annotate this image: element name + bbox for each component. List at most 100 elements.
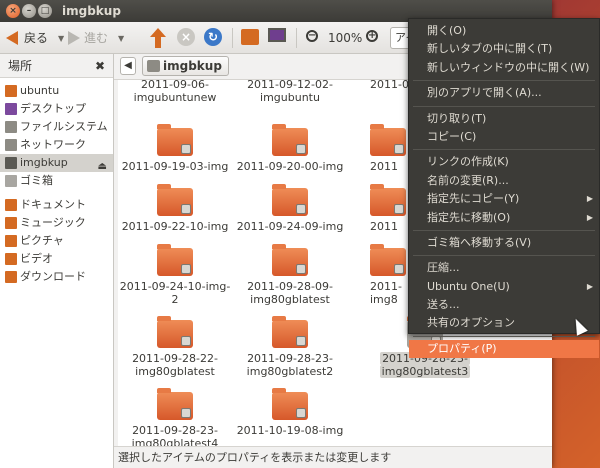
maximize-window-button[interactable]: □: [38, 4, 52, 18]
file-item[interactable]: 2011-09-22-10-img: [118, 184, 232, 233]
sidebar-item-label: ファイルシステム: [20, 120, 108, 133]
sidebar-item-network[interactable]: ネットワーク: [0, 136, 113, 154]
lock-icon: [296, 264, 306, 274]
sidebar-item-downloads[interactable]: ダウンロード: [0, 268, 113, 286]
locked-folder-icon: [370, 244, 406, 276]
locked-folder-icon: [370, 124, 406, 156]
menu-item-cut[interactable]: 切り取り(T): [409, 110, 599, 128]
menu-item-compress[interactable]: 圧縮...: [409, 259, 599, 277]
sidebar-item-label: ドキュメント: [20, 198, 86, 211]
window-title: imgbkup: [62, 4, 121, 18]
sidebar-item-pictures[interactable]: ピクチャ: [0, 232, 113, 250]
lock-icon: [296, 336, 306, 346]
menu-item-send-to[interactable]: 送る...: [409, 296, 599, 314]
sidebar-item-label: imgbkup: [20, 156, 68, 169]
locked-folder-icon: [157, 388, 193, 420]
places-sidebar: 場所 ✖ ubuntu デスクトップ ファイルシステム ネットワーク imgbk…: [0, 54, 114, 468]
lock-icon: [181, 144, 191, 154]
menu-item-open-in-new-window[interactable]: 新しいウィンドウの中に開く(W): [409, 59, 599, 77]
file-item[interactable]: 2011-09-20-00-img: [233, 124, 347, 173]
home-folder-icon[interactable]: [241, 29, 259, 45]
zoom-in-icon[interactable]: +: [366, 30, 378, 42]
context-menu: 開く(O) 新しいタブの中に開く(T) 新しいウィンドウの中に開く(W) 別のア…: [408, 18, 600, 359]
minimize-window-button[interactable]: –: [22, 4, 36, 18]
file-item[interactable]: 2011-09-28-23- img80gblatest4: [118, 388, 232, 446]
close-window-button[interactable]: ×: [6, 4, 20, 18]
zoom-out-icon[interactable]: −: [306, 30, 318, 42]
file-name-line1: 2011-09-12-02-: [247, 80, 333, 91]
submenu-arrow-icon: ▶: [586, 281, 593, 291]
sidebar-header: 場所 ✖: [0, 54, 113, 78]
forward-button[interactable]: 進む: [84, 27, 108, 49]
file-item[interactable]: 2011-09-28-22- img80gblatest: [118, 316, 232, 378]
sidebar-item-music[interactable]: ミュージック: [0, 214, 113, 232]
locked-folder-icon: [272, 124, 308, 156]
menu-item-open-in-new-tab[interactable]: 新しいタブの中に開く(T): [409, 40, 599, 58]
filesystem-icon: [5, 121, 17, 133]
menu-item-move-to-trash[interactable]: ゴミ箱へ移動する(V): [409, 234, 599, 252]
menu-item-rename[interactable]: 名前の変更(R)...: [409, 172, 599, 190]
path-label: imgbkup: [163, 59, 222, 73]
file-item[interactable]: 2011-10-19-08-img: [233, 388, 347, 437]
menu-item-open[interactable]: 開く(O): [409, 22, 599, 40]
folder-icon: [5, 271, 17, 283]
sidebar-item-label: ダウンロード: [20, 270, 86, 283]
locked-folder-icon: [370, 184, 406, 216]
sidebar-item-label: ミュージック: [20, 216, 86, 229]
menu-item-move-to[interactable]: 指定先に移動(O) ▶: [409, 209, 599, 227]
path-scroll-left-icon[interactable]: ◀: [120, 57, 136, 75]
file-item[interactable]: 2011-09-06- imgubuntunew: [118, 80, 232, 104]
sidebar-item-filesystem[interactable]: ファイルシステム: [0, 118, 113, 136]
file-name-line1: 2011-09-28-23-: [247, 352, 333, 365]
locked-folder-icon: [157, 184, 193, 216]
sidebar-item-trash[interactable]: ゴミ箱: [0, 172, 113, 190]
file-item[interactable]: 2011-09-19-03-img: [118, 124, 232, 173]
file-item[interactable]: 2011-09-12-02- imgubuntu: [233, 80, 347, 104]
computer-icon[interactable]: [268, 28, 286, 42]
menu-item-ubuntu-one[interactable]: Ubuntu One(U) ▶: [409, 278, 599, 296]
lock-icon: [296, 144, 306, 154]
stop-icon[interactable]: ×: [177, 28, 195, 46]
close-sidebar-icon[interactable]: ✖: [95, 54, 105, 78]
sidebar-item-ubuntu[interactable]: ubuntu: [0, 82, 113, 100]
file-name-line1: 2011-09-24-10-img-2: [119, 280, 231, 306]
reload-icon[interactable]: ↻: [204, 28, 222, 46]
file-item[interactable]: 2011-09-28-09- img80gblatest: [233, 244, 347, 306]
locked-folder-icon: [272, 184, 308, 216]
menu-item-open-with-other-app[interactable]: 別のアプリで開く(A)...: [409, 84, 599, 102]
back-button[interactable]: 戻る: [24, 27, 48, 49]
folder-icon: [5, 199, 17, 211]
menu-item-label: Ubuntu One(U): [427, 279, 510, 293]
lock-icon: [296, 204, 306, 214]
menu-separator: [413, 80, 595, 82]
back-arrow-icon[interactable]: [6, 31, 18, 45]
lock-icon: [296, 408, 306, 418]
forward-history-dropdown-icon[interactable]: ▼: [118, 34, 124, 43]
sidebar-item-videos[interactable]: ビデオ: [0, 250, 113, 268]
sidebar-item-documents[interactable]: ドキュメント: [0, 196, 113, 214]
up-arrow-icon[interactable]: [150, 28, 166, 48]
forward-arrow-icon[interactable]: [68, 31, 80, 45]
file-name-line1: 2011-09-22-10-img: [121, 220, 229, 233]
sidebar-heading: 場所: [8, 59, 33, 73]
menu-item-copy-to[interactable]: 指定先にコピー(Y) ▶: [409, 190, 599, 208]
lock-icon: [394, 204, 404, 214]
menu-item-make-link[interactable]: リンクの作成(K): [409, 153, 599, 171]
folder-icon: [5, 235, 17, 247]
menu-item-properties[interactable]: プロパティ(P): [409, 339, 599, 359]
sidebar-item-label: ビデオ: [20, 252, 53, 265]
sidebar-item-imgbkup[interactable]: imgbkup ⏏: [0, 154, 113, 172]
lock-icon: [181, 336, 191, 346]
sidebar-item-desktop[interactable]: デスクトップ: [0, 100, 113, 118]
file-item[interactable]: 2011-09-28-23- img80gblatest2: [233, 316, 347, 378]
back-history-dropdown-icon[interactable]: ▼: [58, 34, 64, 43]
file-item[interactable]: 2011-09-24-10-img-2: [118, 244, 232, 306]
file-item[interactable]: 2011-09-24-09-img: [233, 184, 347, 233]
menu-item-copy[interactable]: コピー(C): [409, 128, 599, 146]
locked-folder-icon: [157, 244, 193, 276]
sidebar-item-label: ピクチャ: [20, 234, 64, 247]
drive-icon: [147, 60, 160, 72]
path-button-imgbkup[interactable]: imgbkup: [142, 56, 229, 76]
locked-folder-icon: [157, 316, 193, 348]
menu-item-label: 指定先にコピー(Y): [427, 192, 520, 206]
